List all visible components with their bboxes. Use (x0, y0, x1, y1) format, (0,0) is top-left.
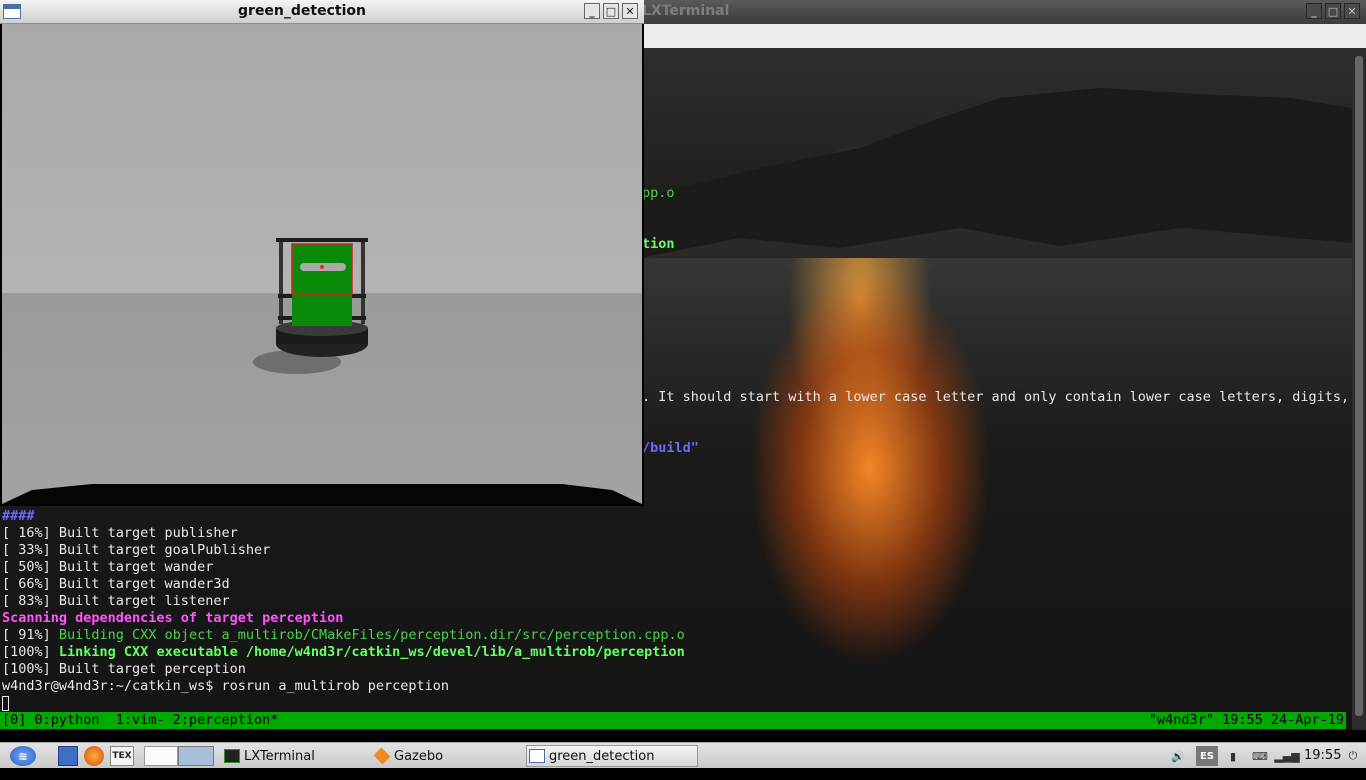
battery-icon[interactable]: ▮ (1226, 746, 1240, 766)
terminal-line: [100%] Built target perception (2, 661, 246, 677)
terminal-hash-line: #### (2, 508, 35, 524)
gazebo-icon (373, 747, 391, 765)
tmux-window-list[interactable]: [0] 0:python 1:vim- 2:perception* (2, 712, 278, 729)
terminal-maximize-button[interactable]: □ (1325, 3, 1341, 19)
terminal-line: [ 50%] Built target wander (2, 559, 214, 575)
green-detection-title: green_detection (238, 3, 366, 19)
terminal-scroll-thumb[interactable] (1355, 56, 1363, 716)
terminal-partial-line: /build" (642, 440, 699, 456)
desktop-2-icon[interactable] (178, 746, 214, 766)
terminal-close-button[interactable]: ✕ (1344, 3, 1360, 19)
terminal-prompt: w4nd3r@w4nd3r:~/catkin_ws$ rosrun a_mult… (2, 678, 450, 694)
clock[interactable]: 19:55 (1304, 748, 1341, 763)
taskbar: ≋ TEX LXTerminal Gazebo green_detection … (0, 742, 1366, 768)
terminal-building-line: [ 91%] Building CXX object a_multirob/CM… (2, 627, 685, 644)
green-detection-titlebar[interactable]: green_detection _ □ ✕ (0, 0, 644, 24)
camera-image-view (2, 24, 642, 504)
keyboard-layout-indicator[interactable]: ES (1196, 746, 1218, 766)
green-detection-close-button[interactable]: ✕ (622, 3, 638, 19)
terminal-minimize-button[interactable]: _ (1306, 3, 1322, 19)
tex-icon[interactable]: TEX (110, 746, 134, 766)
file-manager-icon[interactable] (58, 746, 78, 766)
terminal-partial-line: . It should start with a lower case lett… (642, 389, 1350, 405)
green-detection-window: green_detection _ □ ✕ (0, 0, 644, 506)
terminal-scanning-line: Scanning dependencies of target percepti… (2, 610, 344, 626)
terminal-line: [ 66%] Built target wander3d (2, 576, 230, 592)
terminal-icon (224, 749, 240, 763)
terminal-building-text: Building CXX object a_multirob/CMakeFile… (58, 627, 685, 643)
terminal-line: [ 16%] Built target publisher (2, 525, 238, 541)
tmux-status-bar: [0] 0:python 1:vim- 2:perception* "w4nd3… (0, 712, 1346, 729)
green-detection-minimize-button[interactable]: _ (584, 3, 600, 19)
terminal-building-prefix: [ 91%] (2, 627, 59, 643)
terminal-title: LXTerminal (642, 3, 730, 19)
task-gazebo-label: Gazebo (394, 748, 444, 764)
power-icon[interactable]: ⏻ (1344, 746, 1362, 766)
keyboard-icon[interactable]: ⌨ (1250, 746, 1270, 766)
green-detection-maximize-button[interactable]: □ (603, 3, 619, 19)
task-lxterminal-label: LXTerminal (244, 748, 315, 764)
terminal-scrollbar[interactable] (1352, 48, 1366, 730)
terminal-partial-line: pp.o (642, 185, 675, 201)
terminal-partial-line: tion (642, 236, 675, 252)
task-green-detection[interactable]: green_detection (526, 745, 698, 767)
start-menu-icon[interactable]: ≋ (10, 746, 36, 766)
volume-icon[interactable]: 🔊 (1168, 746, 1188, 766)
terminal-cursor (2, 696, 9, 711)
wifi-signal-icon[interactable]: ▂▄▆ (1274, 746, 1299, 766)
task-green-detection-label: green_detection (549, 748, 655, 764)
terminal-linking-text: Linking CXX executable /home/w4nd3r/catk… (58, 644, 685, 660)
window-icon (529, 749, 545, 763)
tmux-status-right: "w4nd3r" 19:55 24-Apr-19 (1148, 712, 1344, 728)
turtlebot-robot-image (253, 238, 368, 374)
desktop-1-icon[interactable] (144, 746, 178, 766)
terminal-linking-line: [100%] Linking CXX executable /home/w4nd… (2, 644, 685, 661)
task-lxterminal[interactable]: LXTerminal (224, 745, 372, 767)
terminal-line: [ 83%] Built target listener (2, 593, 230, 609)
firefox-icon[interactable] (84, 746, 104, 766)
foreground-table-edge (2, 484, 642, 504)
background-hills (640, 88, 1352, 258)
terminal-linking-prefix: [100%] (2, 644, 59, 660)
task-gazebo[interactable]: Gazebo (373, 745, 524, 767)
terminal-line: [ 33%] Built target goalPublisher (2, 542, 271, 558)
